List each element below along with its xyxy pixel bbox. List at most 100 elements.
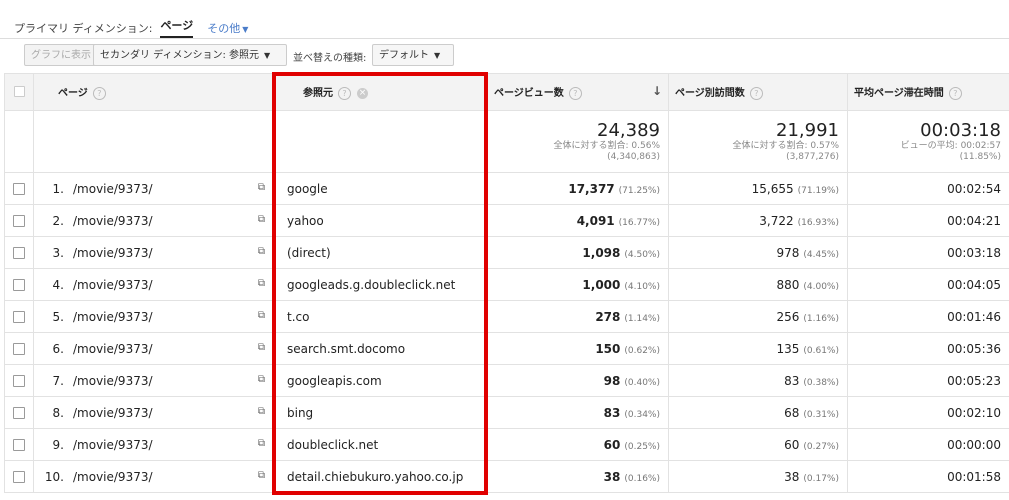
row-rank: 7. bbox=[52, 373, 64, 388]
unique-pageviews-value: 3,722 bbox=[759, 213, 794, 228]
column-header-source[interactable]: 参照元? × bbox=[275, 73, 488, 111]
external-link-icon[interactable]: ⧉ bbox=[258, 470, 265, 481]
row-checkbox[interactable] bbox=[13, 279, 25, 291]
unique-pageviews-percent: (4.00%) bbox=[803, 281, 839, 292]
help-icon[interactable]: ? bbox=[568, 86, 582, 100]
page-link[interactable]: /movie/9373/ bbox=[73, 470, 153, 484]
external-link-icon[interactable]: ⧉ bbox=[258, 406, 265, 417]
row-select-cell bbox=[4, 428, 34, 461]
column-header-pageviews[interactable]: ページビュー数? ↓ bbox=[487, 73, 669, 111]
primary-dimension-other[interactable]: その他 ▼ bbox=[207, 20, 248, 36]
source-link[interactable]: googleapis.com bbox=[287, 374, 382, 388]
row-checkbox[interactable] bbox=[13, 183, 25, 195]
source-link[interactable]: detail.chiebukuro.yahoo.co.jp bbox=[287, 470, 463, 484]
row-checkbox[interactable] bbox=[13, 439, 25, 451]
pageviews-percent: (0.40%) bbox=[624, 377, 660, 388]
page-link[interactable]: /movie/9373/ bbox=[73, 310, 153, 324]
row-checkbox[interactable] bbox=[13, 311, 25, 323]
help-icon[interactable]: ? bbox=[948, 86, 962, 100]
source-link[interactable]: (direct) bbox=[287, 246, 331, 260]
page-link[interactable]: /movie/9373/ bbox=[73, 278, 153, 292]
total-pageviews: 24,389 全体に対する割合: 0.56% (4,340,863) bbox=[487, 110, 669, 173]
unique-pageviews-percent: (1.16%) bbox=[803, 313, 839, 324]
page-cell: 3. /movie/9373/ ⧉ bbox=[33, 236, 276, 269]
select-all-checkbox[interactable] bbox=[13, 86, 25, 98]
row-checkbox[interactable] bbox=[13, 407, 25, 419]
row-select-cell bbox=[4, 460, 34, 493]
row-checkbox[interactable] bbox=[13, 215, 25, 227]
source-link[interactable]: search.smt.docomo bbox=[287, 342, 405, 356]
help-icon[interactable]: ? bbox=[338, 86, 351, 100]
source-link[interactable]: t.co bbox=[287, 310, 309, 324]
column-header-avg-time[interactable]: 平均ページ滞在時間? bbox=[847, 73, 1009, 111]
table-row: 4. /movie/9373/ ⧉ googleads.g.doubleclick.n… bbox=[4, 268, 1009, 301]
row-checkbox[interactable] bbox=[13, 343, 25, 355]
column-header-unique-pageviews[interactable]: ページ別訪問数? bbox=[668, 73, 848, 111]
totals-empty bbox=[275, 110, 488, 173]
source-link[interactable]: googleads.g.doubleclick.net bbox=[287, 278, 455, 292]
page-link[interactable]: /movie/9373/ bbox=[73, 374, 153, 388]
total-overall: (11.85%) bbox=[959, 152, 1001, 162]
help-icon[interactable]: ? bbox=[749, 86, 763, 100]
close-icon[interactable]: × bbox=[357, 87, 368, 99]
sort-type-value: デフォルト bbox=[379, 50, 429, 61]
avg-time-cell: 00:04:21 bbox=[847, 204, 1009, 237]
sort-type-dropdown[interactable]: デフォルト ▼ bbox=[372, 44, 454, 66]
pageviews-percent: (0.34%) bbox=[624, 409, 660, 420]
pageviews-percent: (0.16%) bbox=[624, 473, 660, 484]
unique-pageviews-value: 38 bbox=[784, 469, 800, 484]
external-link-icon[interactable]: ⧉ bbox=[258, 214, 265, 225]
external-link-icon[interactable]: ⧉ bbox=[258, 278, 265, 289]
total-share: 全体に対する割合: 0.57% bbox=[732, 141, 839, 151]
primary-dimension-current[interactable]: ページ bbox=[160, 17, 194, 38]
page-link[interactable]: /movie/9373/ bbox=[73, 438, 153, 452]
external-link-icon[interactable]: ⧉ bbox=[258, 182, 265, 193]
external-link-icon[interactable]: ⧉ bbox=[258, 374, 265, 385]
page-link[interactable]: /movie/9373/ bbox=[73, 182, 153, 196]
column-header-page[interactable]: ページ? bbox=[33, 73, 276, 111]
page-link[interactable]: /movie/9373/ bbox=[73, 246, 153, 260]
avg-time-value: 00:01:58 bbox=[947, 469, 1001, 484]
pageviews-value: 38 bbox=[603, 469, 621, 484]
secondary-dimension-dropdown[interactable]: セカンダリ ディメンション: 参照元 ▼ bbox=[93, 44, 287, 66]
external-link-icon[interactable]: ⧉ bbox=[258, 342, 265, 353]
plot-rows-button[interactable]: グラフに表示 bbox=[24, 44, 98, 66]
unique-pageviews-percent: (0.31%) bbox=[803, 409, 839, 420]
chevron-down-icon: ▼ bbox=[434, 51, 441, 60]
pageviews-percent: (16.77%) bbox=[618, 217, 660, 228]
source-link[interactable]: doubleclick.net bbox=[287, 438, 378, 452]
help-icon[interactable]: ? bbox=[92, 86, 106, 100]
unique-pageviews-cell: 38 (0.17%) bbox=[668, 460, 848, 493]
row-checkbox[interactable] bbox=[13, 247, 25, 259]
source-link[interactable]: bing bbox=[287, 406, 313, 420]
unique-pageviews-value: 880 bbox=[776, 277, 800, 292]
unique-pageviews-cell: 15,655 (71.19%) bbox=[668, 172, 848, 205]
external-link-icon[interactable]: ⧉ bbox=[258, 438, 265, 449]
row-rank: 9. bbox=[52, 437, 64, 452]
row-checkbox[interactable] bbox=[13, 375, 25, 387]
source-cell: google bbox=[275, 172, 488, 205]
source-link[interactable]: yahoo bbox=[287, 214, 324, 228]
unique-pageviews-value: 83 bbox=[784, 373, 800, 388]
unique-pageviews-value: 60 bbox=[784, 437, 800, 452]
column-header-label: ページビュー数 bbox=[494, 88, 564, 100]
pageviews-cell: 4,091 (16.77%) bbox=[487, 204, 669, 237]
page-link[interactable]: /movie/9373/ bbox=[73, 406, 153, 420]
page-link[interactable]: /movie/9373/ bbox=[73, 342, 153, 356]
table-row: 6. /movie/9373/ ⧉ search.smt.docomo 150 (0.62… bbox=[4, 332, 1009, 365]
external-link-icon[interactable]: ⧉ bbox=[258, 310, 265, 321]
page-link[interactable]: /movie/9373/ bbox=[73, 214, 153, 228]
column-header-label: 平均ページ滞在時間 bbox=[854, 88, 944, 100]
page-cell: 6. /movie/9373/ ⧉ bbox=[33, 332, 276, 365]
pageviews-cell: 60 (0.25%) bbox=[487, 428, 669, 461]
source-link[interactable]: google bbox=[287, 182, 328, 196]
arrow-down-icon[interactable]: ↓ bbox=[652, 84, 662, 98]
avg-time-cell: 00:05:36 bbox=[847, 332, 1009, 365]
pageviews-value: 1,000 bbox=[582, 277, 621, 292]
page-cell: 4. /movie/9373/ ⧉ bbox=[33, 268, 276, 301]
external-link-icon[interactable]: ⧉ bbox=[258, 246, 265, 257]
pageviews-value: 83 bbox=[603, 405, 621, 420]
avg-time-cell: 00:01:46 bbox=[847, 300, 1009, 333]
row-checkbox[interactable] bbox=[13, 471, 25, 483]
row-select-cell bbox=[4, 236, 34, 269]
